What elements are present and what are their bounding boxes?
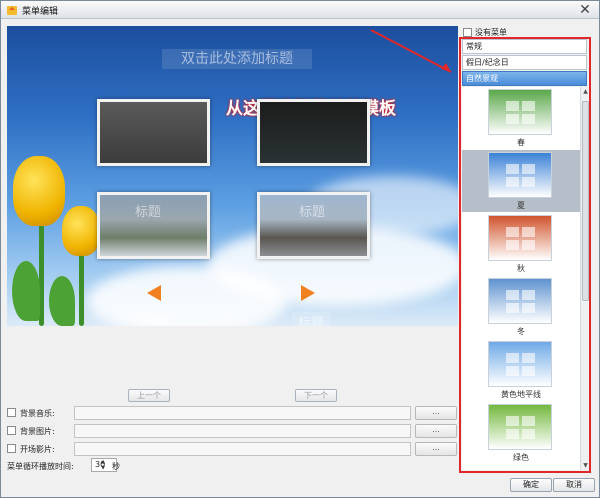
background-image-field[interactable] [74,424,411,438]
menu-title-placeholder[interactable]: 双击此处添加标题 [162,49,312,69]
thumbnail-caption: 标题 [135,205,162,220]
background-music-browse-button[interactable]: ... [415,406,457,420]
highlight-frame [459,37,591,473]
background-image-row: 背景图片: ... [7,424,459,438]
tulip-flower [62,206,100,256]
next-page-button[interactable]: 下一个 [295,389,337,402]
intro-video-row: 开场影片: ... [7,442,459,456]
intro-video-field[interactable] [74,442,411,456]
background-music-label: 背景音乐: [20,409,55,418]
background-music-row: 背景音乐: ... [7,406,459,420]
tulip-leaf [12,261,40,321]
tulip-flower [13,156,65,226]
no-menu-checkbox[interactable] [463,28,472,37]
thumbnail-caption: 标题 [299,205,326,220]
intro-video-browse-button[interactable]: ... [415,442,457,456]
background-image-label: 背景图片: [20,427,55,436]
menu-edit-window: 菜单编辑 ✕ 双击此处添加标题 从这里选择菜单的模板 标题 标题 标题 标题 [0,0,600,498]
thumbnail-caption: 标题 [292,312,330,326]
intro-video-checkbox[interactable] [7,444,16,453]
loop-time-label: 菜单循环播放时间: [7,462,74,471]
intro-video-label: 开场影片: [20,445,55,454]
cancel-button[interactable]: 取消 [553,478,595,492]
background-music-checkbox[interactable] [7,408,16,417]
title-bar: 菜单编辑 ✕ [1,1,599,19]
spinner-down-icon[interactable]: ▼ [99,465,107,472]
thumbnail-caption: 标题 [133,312,171,326]
prev-page-arrow-icon[interactable] [147,285,161,301]
app-icon [7,6,17,15]
menu-preview[interactable]: 双击此处添加标题 从这里选择菜单的模板 标题 标题 标题 标题 [7,26,458,326]
chapter-thumbnail[interactable] [97,99,210,166]
window-title: 菜单编辑 [22,7,59,17]
tulip-leaf [49,276,75,326]
close-icon[interactable]: ✕ [579,2,591,18]
ok-button[interactable]: 确定 [510,478,552,492]
close-button[interactable]: ✕ [577,2,593,18]
chapter-thumbnail[interactable] [257,99,370,166]
annotation-arrow [370,29,452,73]
loop-time-unit: 秒 [112,462,120,471]
background-image-checkbox[interactable] [7,426,16,435]
background-music-field[interactable] [74,406,411,420]
prev-page-button[interactable]: 上一个 [128,389,170,402]
next-page-arrow-icon[interactable] [301,285,315,301]
background-image-browse-button[interactable]: ... [415,424,457,438]
